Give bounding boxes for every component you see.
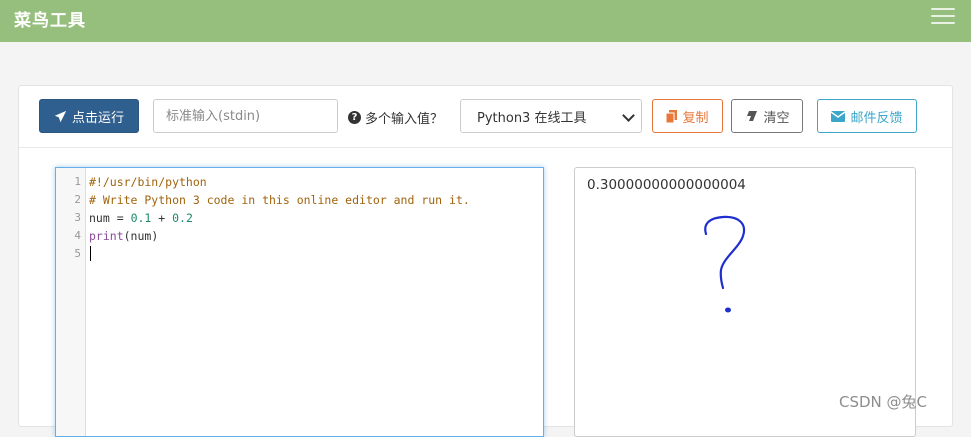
code-line-assignment: num = 0.1 + 0.2 (89, 211, 193, 225)
language-selected: Python3 在线工具 (477, 110, 587, 126)
output-text: 0.30000000000000004 (587, 177, 746, 193)
question-circle-icon: ? (348, 111, 361, 124)
language-select[interactable]: Python3 在线工具 (460, 99, 642, 133)
copy-button-label: 复制 (682, 110, 709, 126)
run-button[interactable]: 点击运行 (39, 99, 139, 133)
multi-input-help[interactable]: ? 多个输入值？ (348, 108, 443, 127)
copy-button[interactable]: 复制 (652, 99, 723, 133)
code-editor[interactable]: 1 2 3 4 5 #!/usr/bin/python # Write Pyth… (55, 167, 544, 437)
code-line-comment: # Write Python 3 code in this online edi… (89, 193, 470, 207)
toolbar-divider (19, 147, 952, 148)
hamburger-icon[interactable] (931, 8, 955, 28)
paper-plane-icon (54, 110, 67, 122)
copy-icon (666, 109, 678, 123)
envelope-icon (831, 110, 846, 122)
clear-button-label: 清空 (763, 110, 790, 126)
stdin-input[interactable] (153, 99, 338, 133)
brand-logo[interactable]: 菜鸟工具 (14, 6, 86, 31)
code-line-shebang: #!/usr/bin/python (89, 175, 207, 189)
editor-panel: 点击运行 ? 多个输入值？ Python3 在线工具 复制 清空 邮件反馈 1 … (18, 85, 953, 437)
code-token-builtin: print (89, 229, 124, 243)
clear-button[interactable]: 清空 (731, 99, 803, 133)
eraser-icon (745, 111, 758, 121)
feedback-button-label: 邮件反馈 (850, 110, 903, 126)
watermark: CSDN @兔C (839, 393, 928, 411)
email-feedback-button[interactable]: 邮件反馈 (817, 99, 917, 133)
code-token-args: (num) (123, 229, 159, 243)
code-token-number: 0.2 (172, 211, 193, 225)
code-line-print: print(num) (89, 229, 158, 243)
handwritten-question-mark (704, 215, 746, 313)
line-number: 2 (74, 193, 81, 206)
line-number: 1 (74, 175, 81, 188)
line-number: 5 (74, 247, 81, 260)
line-number: 4 (74, 229, 81, 242)
line-number-gutter: 1 2 3 4 5 (56, 168, 86, 436)
line-number: 3 (74, 211, 81, 224)
run-button-label: 点击运行 (71, 110, 124, 126)
code-token-var: num (89, 211, 110, 225)
top-navbar: 菜鸟工具 (0, 0, 971, 42)
code-token-number: 0.1 (130, 211, 152, 225)
text-cursor (90, 246, 91, 261)
code-token-op: + (151, 211, 173, 225)
help-label: 多个输入值？ (365, 112, 444, 127)
chevron-down-icon (622, 109, 635, 122)
code-token-op: = (109, 211, 131, 225)
